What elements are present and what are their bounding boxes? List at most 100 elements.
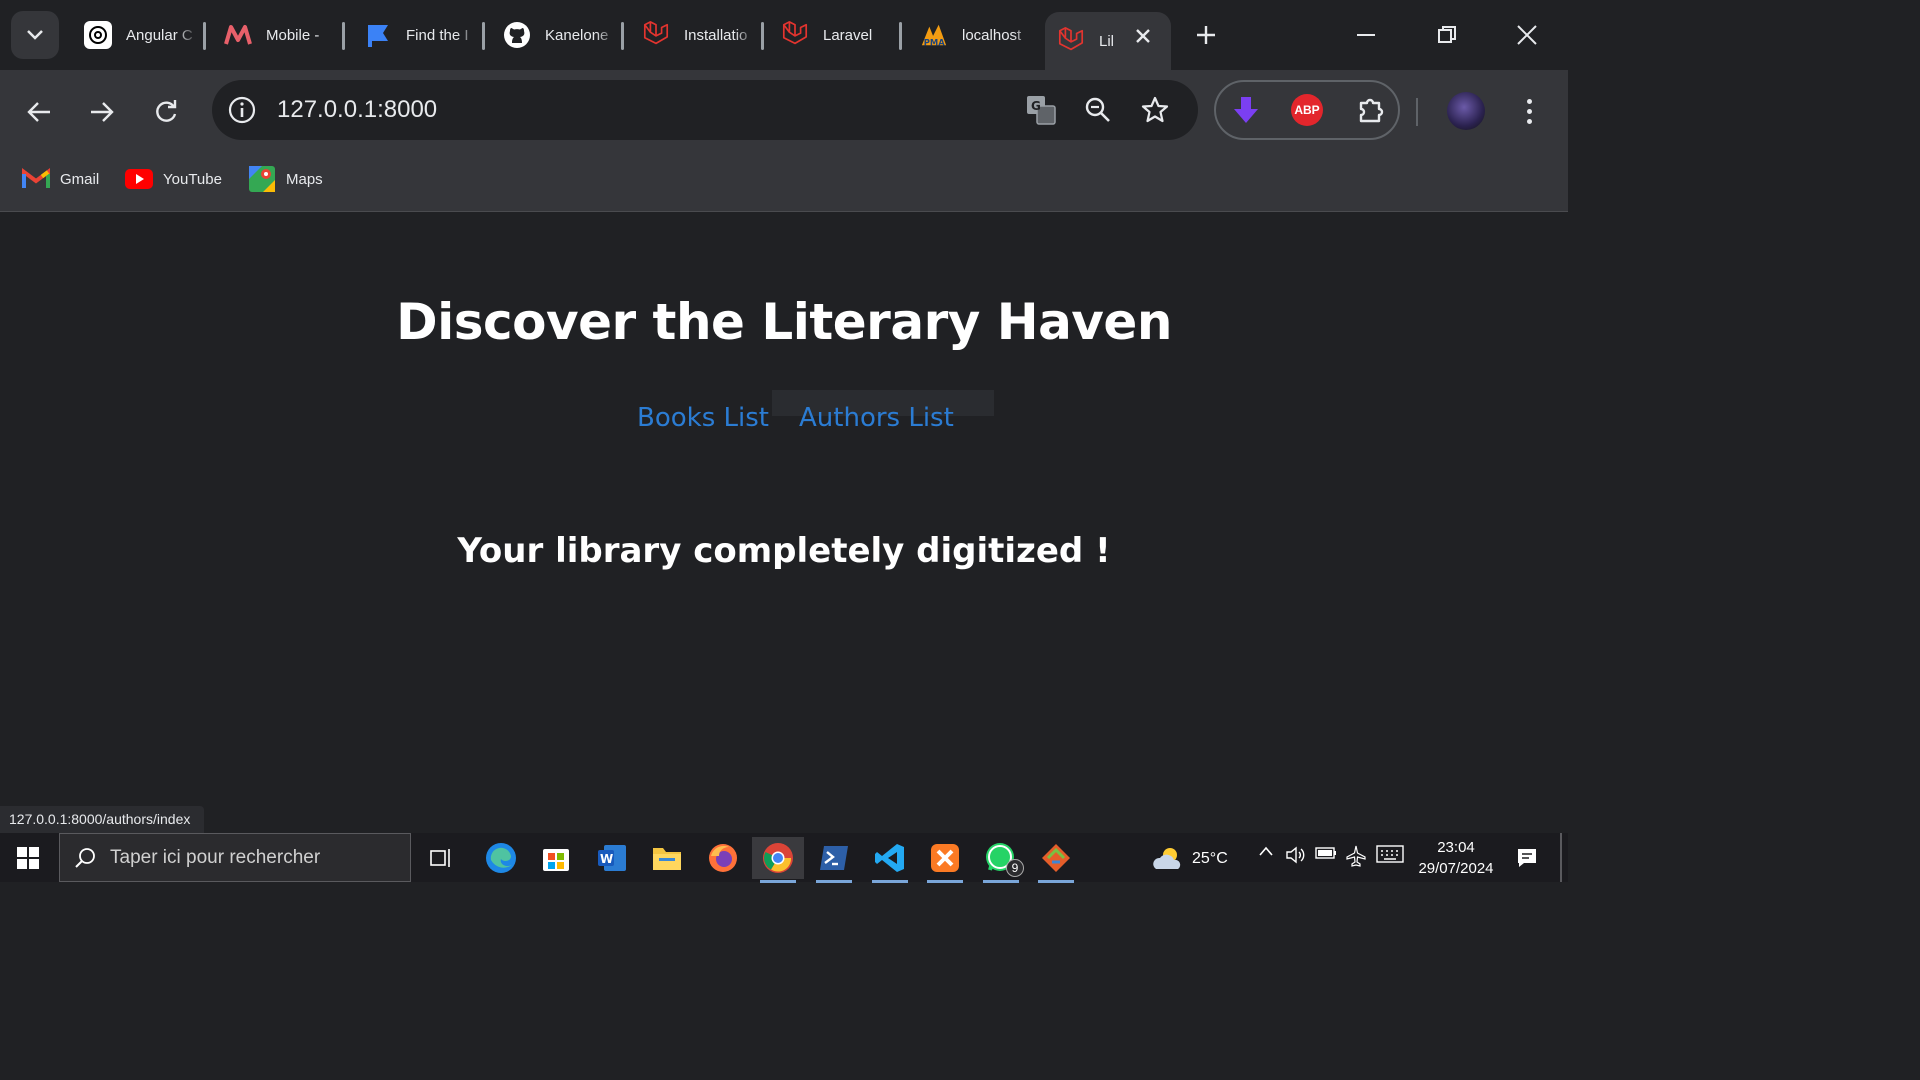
adblock-plus-icon[interactable]: ABP [1291, 94, 1323, 126]
puzzle-icon[interactable] [1354, 92, 1390, 128]
browser-toolbar: 127.0.0.1:8000 G ABP [0, 70, 1568, 152]
keyboard-button[interactable] [1376, 845, 1404, 863]
partly-cloudy-icon [1153, 848, 1181, 869]
tab-separator [342, 22, 345, 50]
powershell-icon [820, 846, 848, 870]
address-bar[interactable]: 127.0.0.1:8000 G [212, 80, 1198, 140]
tab-separator [761, 22, 764, 50]
taskbar-git[interactable] [1030, 837, 1082, 883]
bookmark-gmail[interactable]: Gmail [22, 164, 99, 194]
arrow-left-icon [27, 102, 50, 122]
minimize-icon [1357, 34, 1375, 36]
forward-button[interactable] [82, 92, 122, 132]
close-icon[interactable] [1133, 26, 1153, 46]
task-view-button[interactable] [415, 837, 467, 879]
close-window-button[interactable] [1507, 14, 1547, 56]
tab-title: Mobile - [266, 26, 320, 44]
taskbar-store[interactable] [530, 837, 582, 879]
tab-title: Laravel [823, 26, 873, 44]
tab-separator [203, 22, 206, 50]
reload-icon [156, 100, 177, 122]
page-title: Discover the Literary Haven [396, 293, 1172, 351]
tab-separator [482, 22, 485, 50]
mobile-m-icon [224, 21, 252, 49]
tab-github[interactable]: Kanelone [503, 12, 617, 58]
profile-avatar[interactable] [1447, 92, 1485, 130]
books-list-link[interactable]: Books List [637, 403, 769, 433]
taskbar-file-explorer[interactable] [641, 837, 693, 879]
task-view-icon [430, 849, 450, 867]
search-icon [74, 847, 96, 869]
translate-icon[interactable]: G [1023, 92, 1059, 128]
page-content: Discover the Literary Haven Books List A… [0, 213, 1568, 832]
tab-search-button[interactable] [11, 11, 59, 59]
taskbar-edge[interactable] [475, 837, 527, 879]
start-button[interactable] [10, 843, 46, 873]
bookmark-label: YouTube [163, 170, 222, 188]
url-text[interactable]: 127.0.0.1:8000 [277, 96, 437, 124]
show-desktop-divider[interactable] [1560, 833, 1562, 882]
authors-list-link[interactable]: Authors List [799, 403, 954, 433]
taskbar-whatsapp[interactable]: 9 [975, 837, 1027, 883]
tab-find[interactable]: Find the I [364, 12, 478, 58]
action-center-button[interactable] [1512, 845, 1542, 871]
notification-icon [1518, 849, 1536, 867]
speaker-icon [1286, 846, 1305, 864]
tab-localhost[interactable]: PMA localhost [920, 12, 1034, 58]
gmail-icon [22, 165, 50, 193]
system-clock[interactable]: 23:04 29/07/2024 [1408, 837, 1504, 879]
store-icon [543, 849, 569, 871]
bookmark-star-icon[interactable] [1137, 92, 1173, 128]
keyboard-icon [1376, 845, 1404, 863]
taskbar-vscode[interactable] [864, 837, 916, 883]
new-tab-button[interactable] [1186, 14, 1226, 56]
folder-icon [653, 848, 681, 870]
edge-icon [486, 843, 516, 873]
chrome-icon [763, 843, 793, 873]
zoom-icon[interactable] [1080, 92, 1116, 128]
tab-title: Installatio [684, 26, 748, 44]
tab-separator [899, 22, 902, 50]
back-button[interactable] [19, 92, 59, 132]
download-extension-icon[interactable] [1228, 92, 1264, 128]
tab-laravel[interactable]: Laravel [781, 12, 895, 58]
tab-installation[interactable]: Installatio [642, 12, 756, 58]
bookmark-maps[interactable]: Maps [248, 164, 323, 194]
flag-icon [364, 21, 392, 49]
menu-kebab-icon[interactable] [1518, 92, 1540, 130]
github-icon [503, 21, 531, 49]
tab-mobile[interactable]: Mobile - [224, 12, 338, 58]
show-hidden-icons[interactable] [1258, 845, 1274, 857]
airplane-icon [1346, 845, 1366, 867]
site-info-icon[interactable] [224, 92, 260, 128]
laravel-icon [781, 21, 809, 49]
taskbar-powershell[interactable] [808, 837, 860, 883]
airplane-mode-button[interactable] [1345, 845, 1367, 867]
restore-button[interactable] [1427, 14, 1467, 56]
status-bar-url: 127.0.0.1:8000/authors/index [0, 806, 205, 833]
taskbar-search[interactable]: Taper ici pour rechercher [59, 833, 411, 882]
bookmark-youtube[interactable]: YouTube [125, 164, 222, 194]
git-icon [1042, 844, 1070, 872]
battery-button[interactable] [1314, 845, 1338, 861]
tab-strip: Angular C Mobile - Find the I Kanelone I… [0, 0, 1568, 70]
reload-button[interactable] [146, 92, 186, 132]
taskbar-chrome[interactable] [752, 837, 804, 883]
tab-angular[interactable]: Angular C [84, 12, 198, 58]
xampp-icon [931, 844, 959, 872]
arrow-right-icon [91, 102, 114, 122]
windows-icon [17, 847, 39, 869]
minimize-button[interactable] [1346, 14, 1386, 56]
tab-library-active[interactable]: Lil [1045, 12, 1171, 70]
taskbar-xampp[interactable] [919, 837, 971, 883]
laravel-icon [642, 21, 670, 49]
taskbar-firefox[interactable] [697, 837, 749, 879]
toolbar-divider [1416, 98, 1418, 126]
svg-text:G: G [1031, 99, 1041, 113]
chevron-up-icon [1259, 846, 1273, 856]
taskbar-word[interactable]: W [586, 837, 638, 879]
volume-button[interactable] [1285, 845, 1307, 865]
weather-widget[interactable]: 25°C [1150, 845, 1228, 873]
svg-text:PMA: PMA [924, 37, 945, 47]
bookmarks-bar: Gmail YouTube Maps [0, 152, 1568, 212]
